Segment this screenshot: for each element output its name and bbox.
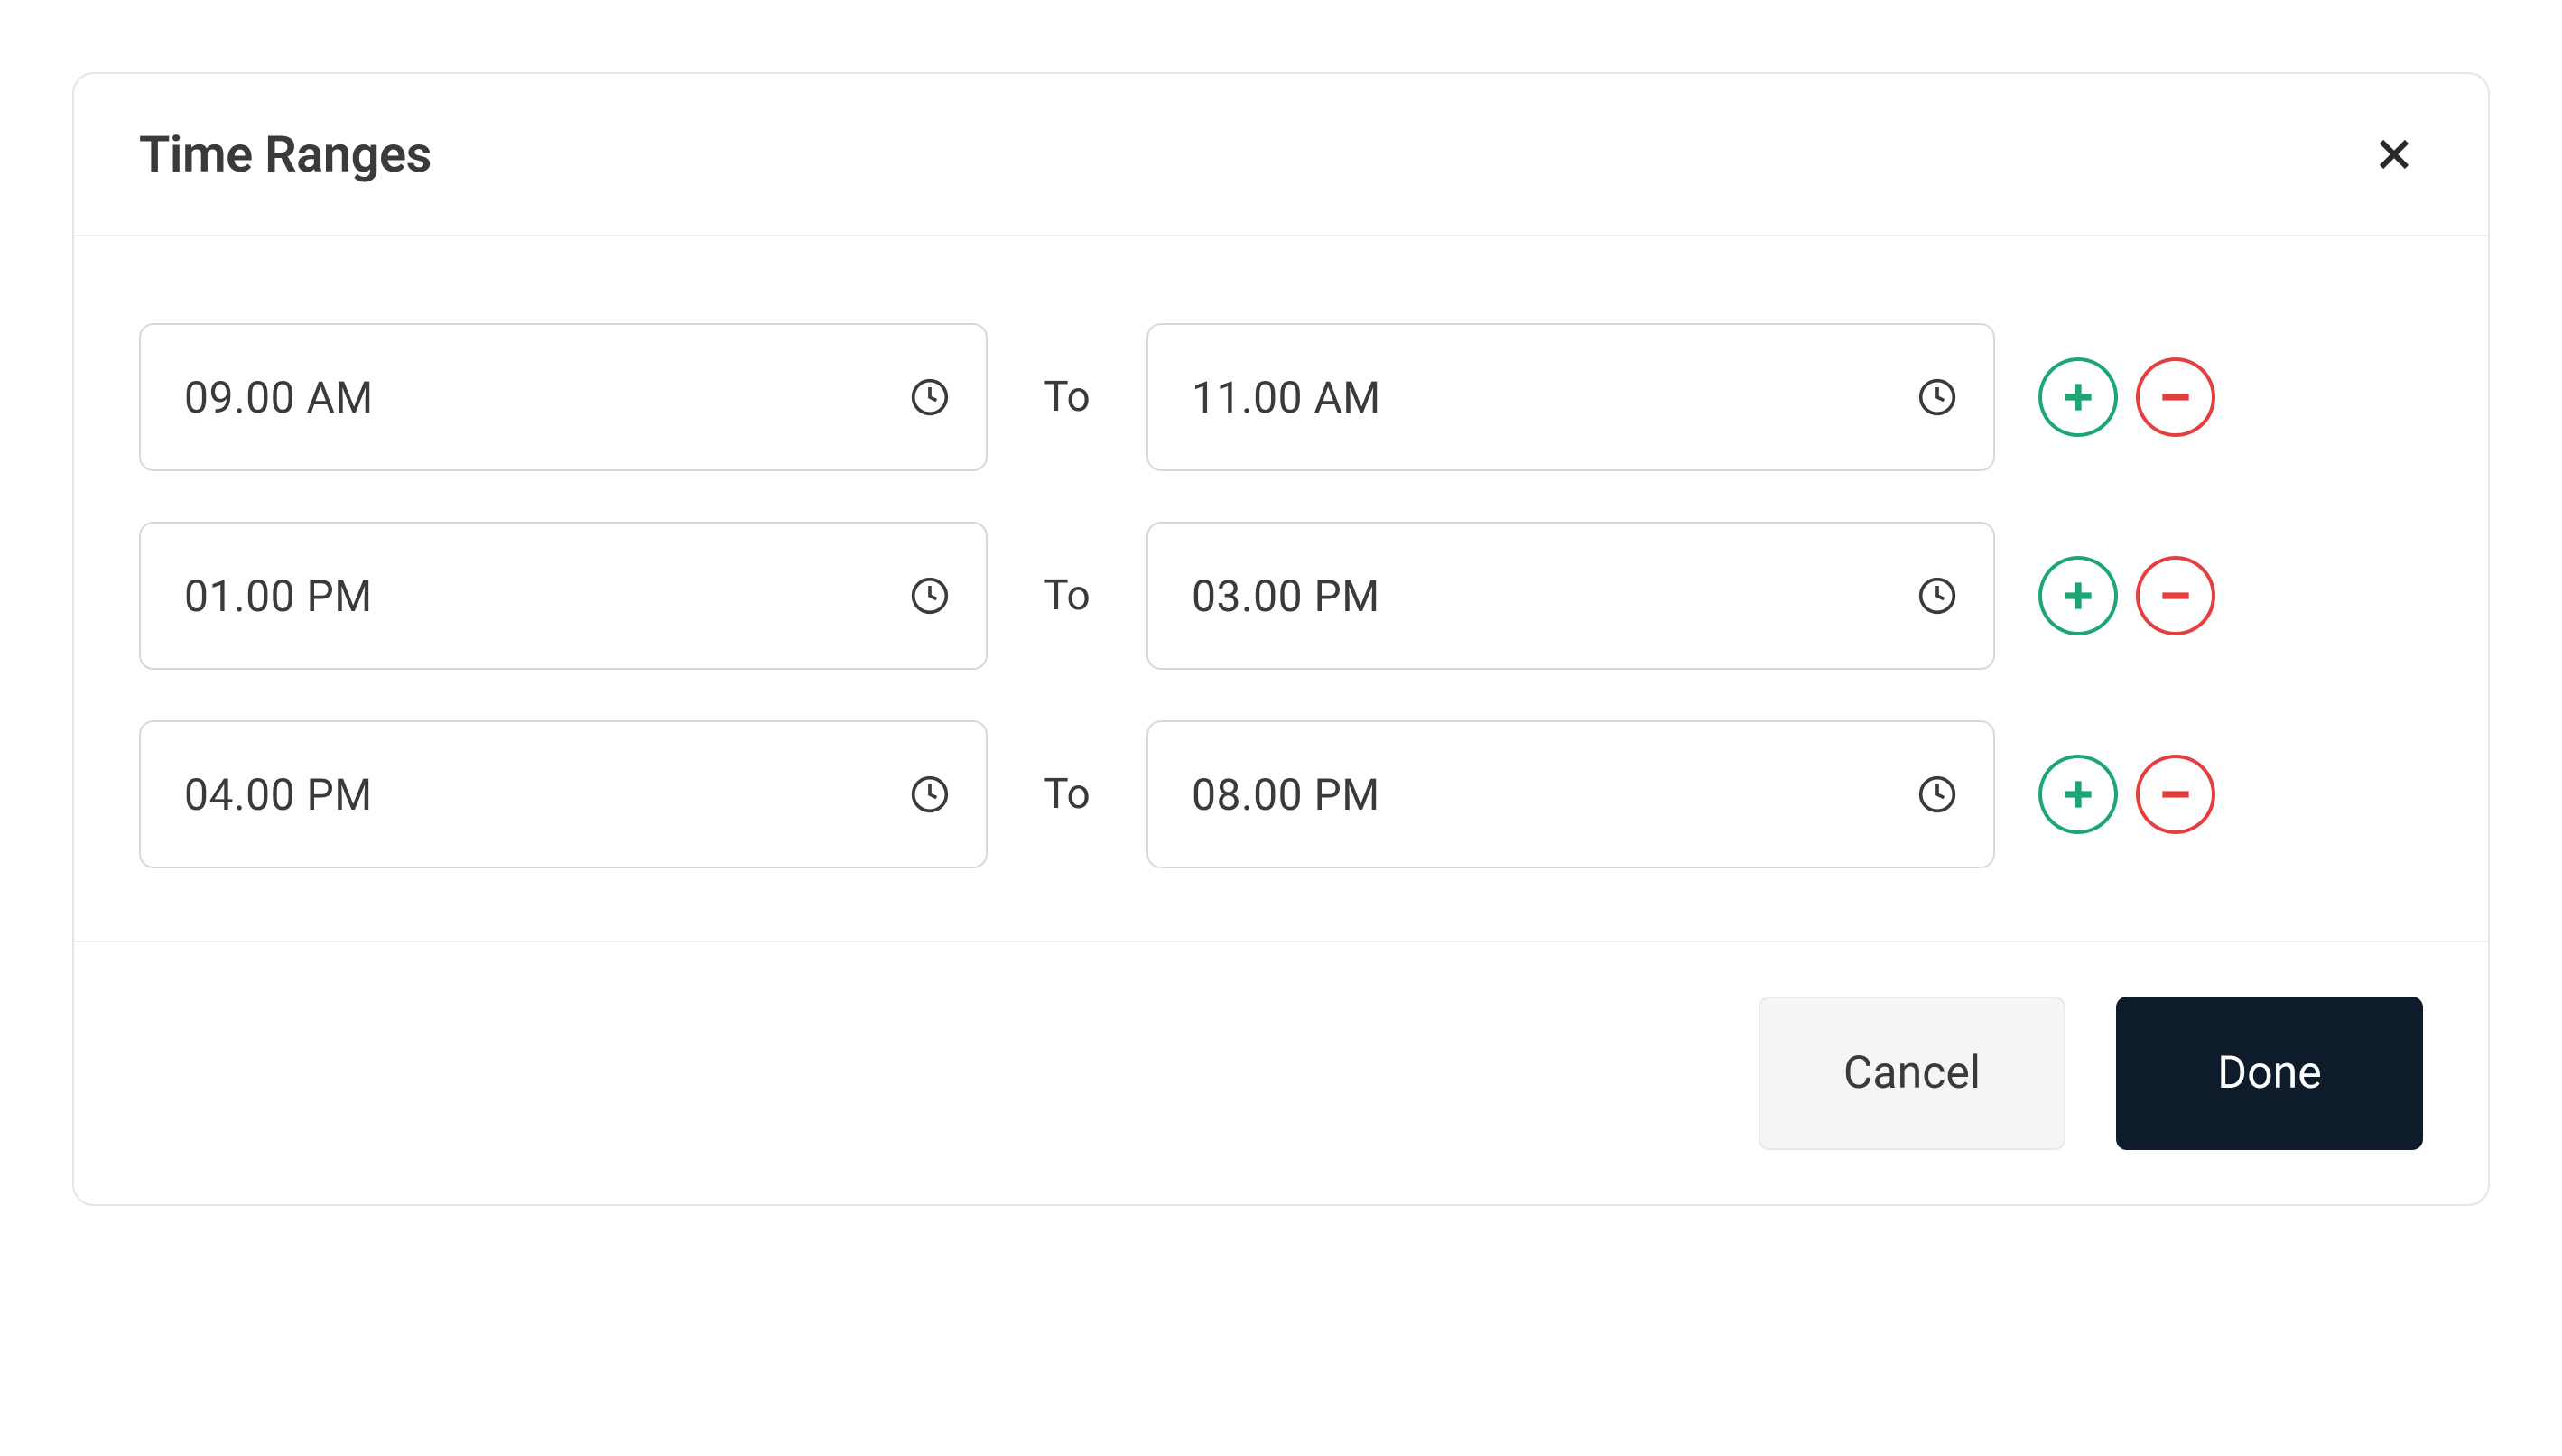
add-range-button[interactable]	[2038, 556, 2118, 635]
time-range-row: To	[139, 720, 2423, 868]
row-actions	[2038, 357, 2215, 437]
time-from-input[interactable]	[139, 720, 988, 868]
time-range-row: To	[139, 323, 2423, 471]
modal-title: Time Ranges	[139, 125, 432, 184]
modal-header: Time Ranges	[74, 74, 2488, 236]
time-ranges-modal: Time Ranges To	[72, 72, 2490, 1206]
time-from-wrapper	[139, 522, 988, 670]
time-from-wrapper	[139, 720, 988, 868]
add-range-button[interactable]	[2038, 755, 2118, 834]
remove-range-button[interactable]	[2136, 556, 2215, 635]
plus-icon	[2058, 774, 2098, 814]
row-actions	[2038, 556, 2215, 635]
to-label: To	[1031, 770, 1103, 819]
plus-icon	[2058, 377, 2098, 417]
done-button[interactable]: Done	[2116, 997, 2423, 1150]
time-range-row: To	[139, 522, 2423, 670]
to-label: To	[1031, 571, 1103, 620]
time-to-input[interactable]	[1146, 720, 1995, 868]
time-to-wrapper	[1146, 522, 1995, 670]
time-to-input[interactable]	[1146, 323, 1995, 471]
add-range-button[interactable]	[2038, 357, 2118, 437]
cancel-button[interactable]: Cancel	[1759, 997, 2065, 1150]
time-from-input[interactable]	[139, 522, 988, 670]
remove-range-button[interactable]	[2136, 357, 2215, 437]
modal-body: To	[74, 236, 2488, 941]
modal-footer: Cancel Done	[74, 941, 2488, 1204]
remove-range-button[interactable]	[2136, 755, 2215, 834]
time-to-wrapper	[1146, 720, 1995, 868]
minus-icon	[2156, 377, 2195, 417]
minus-icon	[2156, 774, 2195, 814]
time-to-input[interactable]	[1146, 522, 1995, 670]
time-from-wrapper	[139, 323, 988, 471]
row-actions	[2038, 755, 2215, 834]
plus-icon	[2058, 576, 2098, 616]
time-from-input[interactable]	[139, 323, 988, 471]
to-label: To	[1031, 373, 1103, 422]
time-to-wrapper	[1146, 323, 1995, 471]
close-button[interactable]	[2365, 125, 2423, 183]
minus-icon	[2156, 576, 2195, 616]
close-icon	[2372, 133, 2416, 176]
